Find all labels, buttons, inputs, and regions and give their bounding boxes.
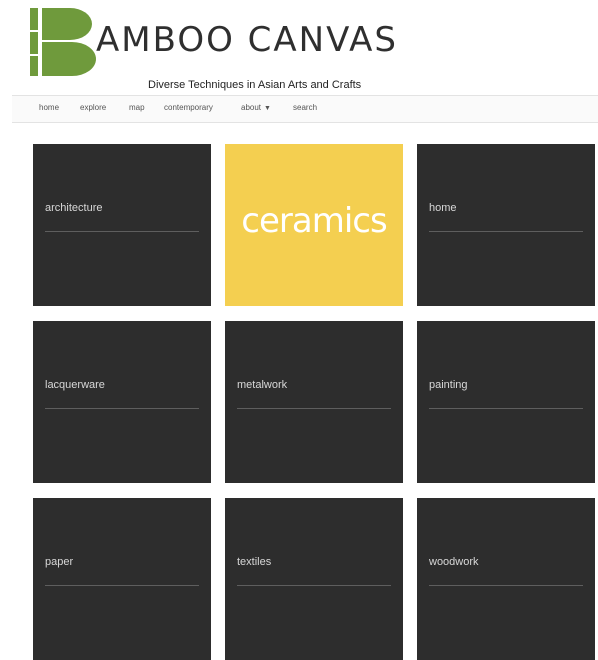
tile-label: paper [45,556,74,568]
category-tile-paper[interactable]: paper [33,498,211,660]
site-title[interactable]: AMBOO CANVAS [96,20,398,60]
tile-divider [429,231,583,232]
tile-divider [237,585,391,586]
tile-divider [45,408,199,409]
nav-item-about-label: about [241,103,262,112]
category-tile-lacquerware[interactable]: lacquerware [33,321,211,483]
category-tile-architecture[interactable]: architecture [33,144,211,306]
category-tile-metalwork[interactable]: metalwork [225,321,403,483]
tile-label: ceramics [241,201,387,241]
tile-divider [45,585,199,586]
nav-item-map[interactable]: map [129,103,145,112]
category-tile-textiles[interactable]: textiles [225,498,403,660]
nav-item-home[interactable]: home [39,103,59,112]
nav-item-contemporary[interactable]: contemporary [164,103,213,112]
main-navigation: home explore map contemporary about ▼ sea… [12,95,598,123]
nav-item-search[interactable]: search [293,103,317,112]
tile-divider [237,408,391,409]
nav-item-explore[interactable]: explore [80,103,106,112]
tile-label: home [429,202,457,214]
tile-divider [45,231,199,232]
category-tile-ceramics[interactable]: ceramics [225,144,403,306]
category-tile-woodwork[interactable]: woodwork [417,498,595,660]
category-tile-home[interactable]: home [417,144,595,306]
tile-label: textiles [237,556,272,568]
tile-label: woodwork [429,556,479,568]
nav-item-about[interactable]: about ▼ [241,103,271,112]
bamboo-logo-icon[interactable] [30,8,96,76]
tile-label: painting [429,379,468,391]
tile-divider [429,585,583,586]
category-tile-painting[interactable]: painting [417,321,595,483]
site-header: AMBOO CANVAS Diverse Techniques in Asian… [0,0,598,96]
tile-label: architecture [45,202,103,214]
tile-divider [429,408,583,409]
tile-label: lacquerware [45,379,105,391]
caret-down-icon: ▼ [264,105,271,112]
tile-label: metalwork [237,379,288,391]
site-tagline: Diverse Techniques in Asian Arts and Cra… [148,79,362,91]
